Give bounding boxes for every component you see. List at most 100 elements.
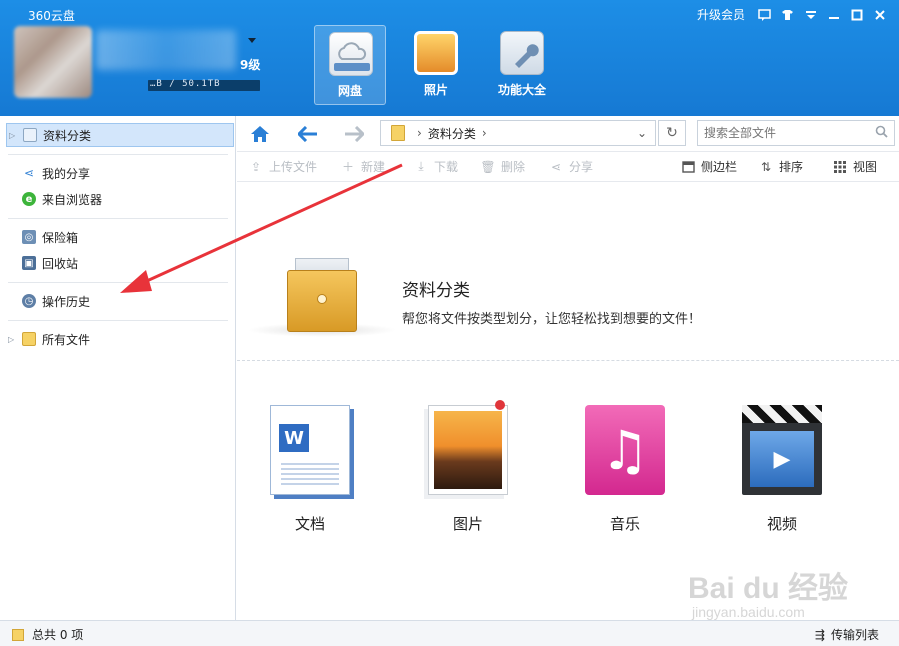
transfer-list-button[interactable]: ⇶ 传输列表 <box>815 626 879 643</box>
share-button[interactable]: ⋖ 分享 <box>549 158 593 175</box>
avatar[interactable] <box>14 26 92 98</box>
sidebar-item-label: 来自浏览器 <box>42 192 103 207</box>
refresh-icon[interactable]: ↻ <box>658 120 686 146</box>
sidebar-toggle-button[interactable]: 侧边栏 <box>681 158 737 175</box>
tab-tools[interactable]: 功能大全 <box>486 25 558 105</box>
action-label: 新建 <box>361 160 386 174</box>
upload-button[interactable]: ⇪ 上传文件 <box>249 158 317 175</box>
content-area: 资料分类 帮您将文件按类型划分，让您轻松找到想要的文件！ W 文档 图片 ♫ 音… <box>237 183 899 620</box>
safe-icon: ◎ <box>22 230 36 244</box>
category-music[interactable]: ♫ 音乐 <box>575 405 675 545</box>
delete-icon: 🗑 <box>480 159 496 174</box>
navigation-bar: › 资料分类 › ⌄ ↻ <box>237 116 899 152</box>
category-label: 文档 <box>294 515 325 533</box>
app-title: 360云盘 <box>28 9 75 23</box>
folder-icon <box>22 332 36 346</box>
storage-usage-text: …B / 50.1TB <box>150 79 221 89</box>
close-icon[interactable] <box>868 7 891 23</box>
skin-icon[interactable] <box>776 7 799 23</box>
home-icon[interactable] <box>247 123 273 145</box>
sidebar-item-from-browser[interactable]: e 来自浏览器 <box>6 187 234 211</box>
sidebar-item-label: 回收站 <box>42 256 79 271</box>
sidebar-item-label: 操作历史 <box>42 294 91 309</box>
action-label: 视图 <box>853 160 878 174</box>
sidebar-item-label: 我的分享 <box>42 166 91 181</box>
category-box-icon <box>287 258 357 332</box>
action-label: 排序 <box>779 160 804 174</box>
action-label: 侧边栏 <box>701 160 738 174</box>
tab-photos[interactable]: 照片 <box>400 25 472 105</box>
action-label: 删除 <box>501 160 526 174</box>
watermark-url: jingyan.baidu.com <box>692 604 805 620</box>
action-label: 上传文件 <box>269 160 318 174</box>
maximize-icon[interactable] <box>845 7 868 23</box>
share-icon: ⋖ <box>550 159 562 174</box>
address-bar[interactable]: › 资料分类 › ⌄ <box>380 120 656 146</box>
delete-button[interactable]: 🗑 删除 <box>480 158 526 175</box>
sidebar-item-label: 所有文件 <box>42 332 91 347</box>
plus-icon: ＋ <box>341 160 354 174</box>
sidebar-item-all-files[interactable]: ▷ 所有文件 <box>6 327 234 351</box>
download-button[interactable]: ⤓ 下载 <box>414 158 458 175</box>
action-label: 下载 <box>434 160 459 174</box>
category-icon <box>23 128 37 142</box>
search-input[interactable] <box>704 126 864 140</box>
tools-icon <box>500 31 544 75</box>
search-icon[interactable] <box>875 125 888 142</box>
browser-icon: e <box>22 192 36 206</box>
folder-icon <box>391 125 405 141</box>
breadcrumb-separator: › <box>481 126 487 140</box>
page-title: 资料分类 <box>402 281 470 301</box>
category-pictures[interactable]: 图片 <box>418 400 518 545</box>
category-label: 视频 <box>766 515 797 533</box>
action-toolbar: ⇪ 上传文件 ＋ 新建 ⤓ 下载 🗑 删除 ⋖ 分享 侧边栏 ⇅ 排序 视图 <box>237 152 899 182</box>
sidebar-item-my-share[interactable]: ⋖ 我的分享 <box>6 161 234 185</box>
search-box[interactable] <box>697 120 895 146</box>
sidebar-item-category[interactable]: ▷ 资料分类 <box>6 123 234 147</box>
breadcrumb[interactable]: 资料分类 <box>428 125 476 142</box>
vip-level: 9级 <box>240 58 261 72</box>
grid-view-icon <box>833 160 847 174</box>
view-button[interactable]: 视图 <box>833 158 877 175</box>
sidebar-item-label: 保险箱 <box>42 230 79 245</box>
category-videos[interactable]: ▶ 视频 <box>732 405 832 545</box>
category-label: 图片 <box>452 515 483 533</box>
action-label: 分享 <box>569 160 594 174</box>
upload-icon: ⇪ <box>250 159 262 174</box>
tab-cloud-disk[interactable]: 网盘 <box>314 25 386 105</box>
tab-label: 功能大全 <box>497 83 546 97</box>
picture-icon <box>428 400 508 495</box>
username-blurred <box>96 30 236 70</box>
sidebar: ▷ 资料分类 ⋖ 我的分享 e 来自浏览器 ◎ 保险箱 ▣ 回收站 ◷ 操作历史… <box>0 116 236 620</box>
chevron-down-icon[interactable]: ⌄ <box>629 121 655 145</box>
new-button[interactable]: ＋ 新建 <box>341 158 385 175</box>
history-icon: ◷ <box>22 294 36 308</box>
expand-arrow-icon[interactable]: ▷ <box>8 335 18 344</box>
menu-icon[interactable] <box>799 7 822 23</box>
music-icon: ♫ <box>585 405 665 495</box>
feedback-icon[interactable] <box>753 7 776 23</box>
transfer-list-icon: ⇶ <box>814 627 825 642</box>
tab-label: 网盘 <box>337 84 362 98</box>
title-bar: 360云盘 9级 …B / 50.1TB 网盘 照片 功能大全 升级会员 <box>0 0 899 116</box>
status-bar: 总共 0 项 ⇶ 传输列表 <box>0 620 899 646</box>
item-count: 总共 0 项 <box>32 628 84 642</box>
sidebar-item-safe[interactable]: ◎ 保险箱 <box>6 225 234 249</box>
recycle-icon: ▣ <box>22 256 36 270</box>
forward-icon[interactable] <box>341 123 367 145</box>
back-icon[interactable] <box>295 123 321 145</box>
sort-button[interactable]: ⇅ 排序 <box>759 158 803 175</box>
breadcrumb-separator: › <box>417 126 422 140</box>
expand-arrow-icon[interactable]: ▷ <box>9 131 19 140</box>
tab-label: 照片 <box>423 83 448 97</box>
upgrade-link[interactable]: 升级会员 <box>697 6 745 23</box>
category-documents[interactable]: W 文档 <box>260 405 360 545</box>
photo-icon <box>414 31 458 75</box>
sidebar-item-history[interactable]: ◷ 操作历史 <box>6 289 234 313</box>
sidebar-icon <box>681 160 695 174</box>
user-menu-chevron-icon[interactable] <box>248 38 256 43</box>
cloud-disk-icon <box>329 32 373 76</box>
sidebar-item-recycle-bin[interactable]: ▣ 回收站 <box>6 251 234 275</box>
download-icon: ⤓ <box>418 159 424 173</box>
minimize-icon[interactable] <box>822 7 845 23</box>
